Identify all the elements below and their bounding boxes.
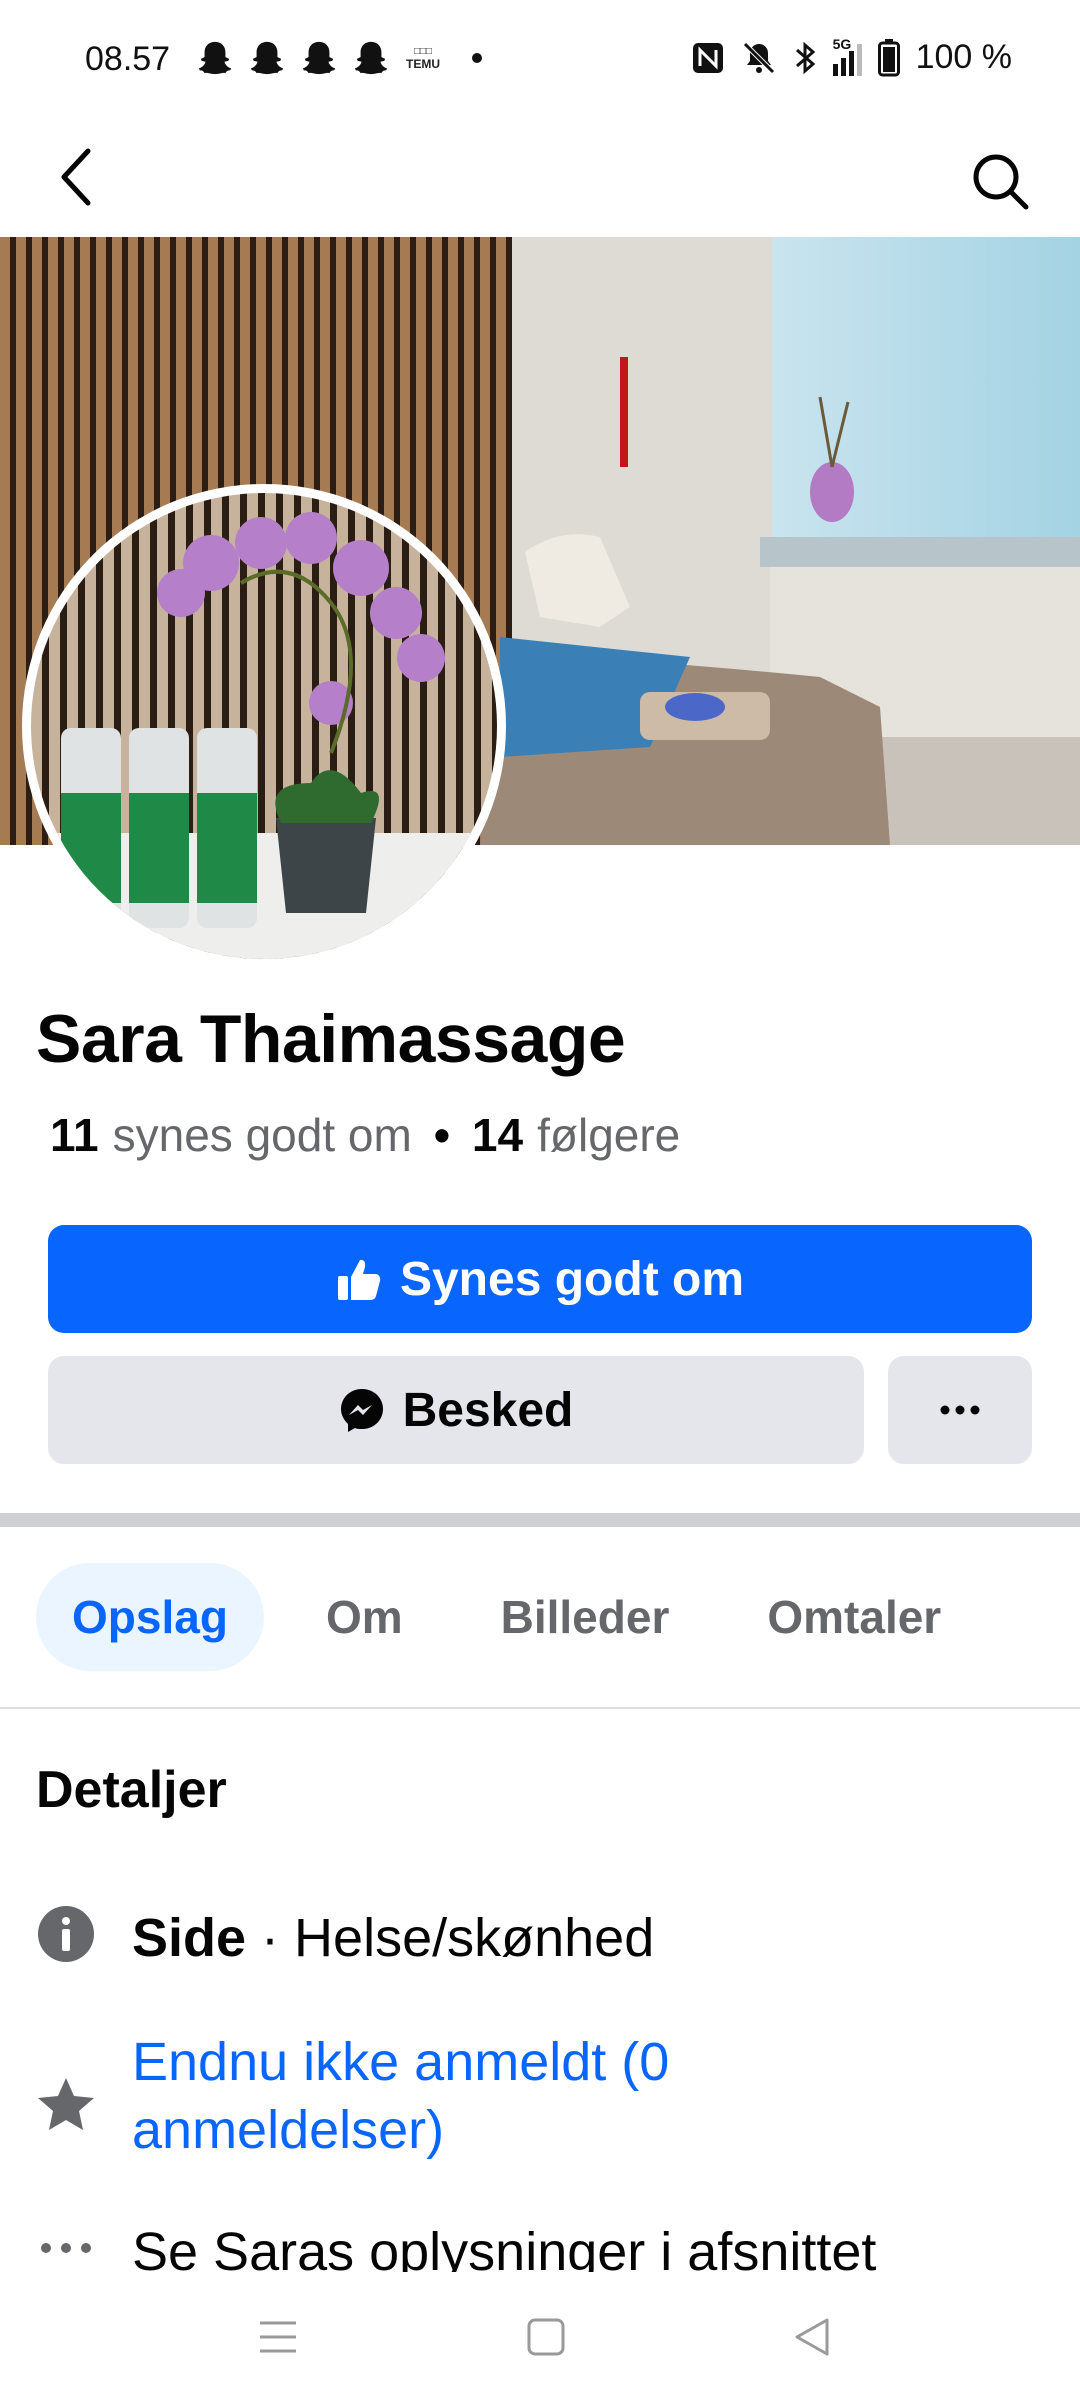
likes-count: 11	[50, 1109, 99, 1161]
network-type-label: 5G	[832, 35, 852, 52]
profile-photo[interactable]	[22, 484, 506, 968]
snapchat-ghost-icon	[302, 41, 336, 75]
likes-label[interactable]: synes godt om	[113, 1108, 412, 1162]
stats-separator: •	[433, 1109, 450, 1161]
status-system-icons: 5G 100 %	[691, 36, 1012, 77]
snapchat-ghost-icon	[198, 41, 232, 75]
status-notification-icons: □□□ TEMU	[196, 40, 482, 76]
search-button[interactable]	[964, 145, 1036, 217]
system-navigation-bar	[0, 2272, 1080, 2400]
details-heading: Detaljer	[36, 1761, 227, 1819]
nfc-icon	[692, 42, 723, 73]
detail-category-value: Helse/skønhed	[294, 1908, 655, 1968]
more-options-button[interactable]	[888, 1356, 1032, 1464]
back-arrow-icon	[61, 148, 91, 206]
more-horizontal-icon	[36, 2218, 96, 2272]
temu-label: TEMU	[406, 57, 440, 71]
home-square-icon	[527, 2318, 565, 2356]
like-button-label: Synes godt om	[399, 1252, 745, 1306]
back-triangle-icon	[795, 2318, 829, 2356]
detail-category-row: Side · Helse/skønhed	[36, 1904, 654, 1972]
message-button-label: Besked	[402, 1383, 574, 1437]
profile-tabs: Opslag Om Billeder Omtaler	[36, 1563, 1003, 1671]
home-button[interactable]	[516, 2312, 576, 2362]
message-button[interactable]: Besked	[48, 1356, 864, 1464]
detail-category-separator: ·	[246, 1908, 295, 1968]
tab-photos[interactable]: Billeder	[465, 1563, 706, 1671]
status-time: 08.57	[85, 40, 171, 78]
system-back-button[interactable]	[782, 2312, 842, 2362]
more-dots-icon	[940, 1405, 980, 1415]
followers-label[interactable]: følgere	[537, 1108, 680, 1162]
info-icon	[36, 1904, 96, 1964]
star-icon	[36, 2074, 96, 2134]
page-stats: 11 synes godt om • 14 følgere	[50, 1108, 680, 1162]
top-navigation	[0, 125, 1080, 237]
recent-apps-button[interactable]	[248, 2312, 308, 2362]
more-info-text[interactable]: Se Saras oplysninger i afsnittet	[132, 2218, 876, 2272]
tab-about[interactable]: Om	[290, 1563, 439, 1671]
back-button[interactable]	[44, 145, 108, 209]
messenger-icon	[340, 1389, 383, 1432]
notification-dot	[472, 53, 482, 63]
signal-icon: 5G	[832, 36, 862, 76]
tab-posts[interactable]: Opslag	[36, 1563, 264, 1671]
followers-count: 14	[471, 1109, 524, 1161]
temu-icon: □□□ TEMU	[406, 46, 440, 71]
like-page-button[interactable]: Synes godt om	[48, 1225, 1032, 1333]
detail-reviews-row: Endnu ikke anmeldt (0 anmeldelser)	[36, 2028, 832, 2164]
page-title: Sara Thaimassage	[36, 1001, 626, 1077]
tabs-divider	[0, 1707, 1080, 1709]
bluetooth-icon	[795, 41, 815, 74]
battery-icon	[877, 38, 900, 76]
detail-category-text: Side · Helse/skønhed	[132, 1904, 654, 1972]
status-bar: 08.57 □□□ TEMU 5G 100 %	[0, 0, 1080, 125]
section-divider	[0, 1513, 1080, 1527]
mute-icon	[742, 41, 775, 74]
detail-more-info-row: Se Saras oplysninger i afsnittet	[36, 2218, 876, 2272]
snapchat-ghost-icon	[354, 41, 388, 75]
thumbs-up-icon	[337, 1259, 381, 1300]
tab-reviews[interactable]: Omtaler	[731, 1563, 977, 1671]
menu-lines-icon	[260, 2321, 296, 2353]
snapchat-ghost-icon	[250, 41, 284, 75]
reviews-link[interactable]: Endnu ikke anmeldt (0 anmeldelser)	[132, 2028, 832, 2164]
detail-category-label: Side	[132, 1908, 247, 1968]
search-icon	[973, 154, 1029, 210]
battery-percentage: 100 %	[915, 38, 1012, 76]
